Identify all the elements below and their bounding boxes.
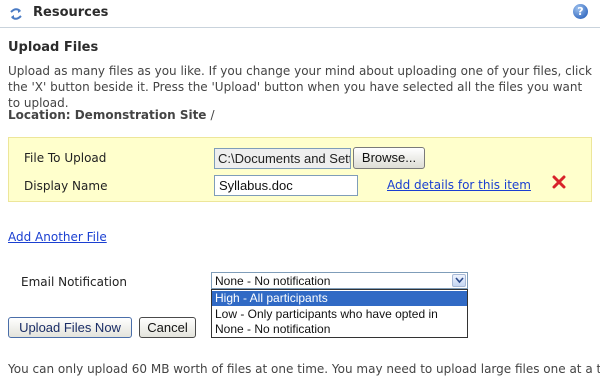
section-title: Upload Files: [8, 40, 99, 55]
email-notification-options: High - All participants Low - Only parti…: [211, 289, 468, 338]
upload-files-now-button[interactable]: Upload Files Now: [8, 317, 132, 338]
email-notification-label: Email Notification: [21, 275, 127, 289]
chevron-down-icon[interactable]: [452, 274, 466, 287]
email-notification-select[interactable]: None - No notification: [211, 272, 468, 289]
upload-instructions: Upload as many files as you like. If you…: [8, 64, 592, 110]
location-breadcrumb: Location: Demonstration Site /: [8, 108, 215, 122]
cancel-button[interactable]: Cancel: [139, 317, 196, 338]
upload-limit-note: You can only upload 60 MB worth of files…: [8, 362, 600, 376]
file-path-input[interactable]: C:\Documents and Setti: [214, 148, 351, 169]
add-another-file-link[interactable]: Add Another File: [8, 230, 107, 244]
select-value: None - No notification: [215, 274, 331, 288]
option-high[interactable]: High - All participants: [212, 291, 467, 306]
option-low[interactable]: Low - Only participants who have opted i…: [212, 307, 467, 322]
help-icon[interactable]: ?: [573, 4, 588, 19]
option-none[interactable]: None - No notification: [212, 322, 467, 337]
remove-file-icon[interactable]: [552, 175, 566, 189]
add-details-link[interactable]: Add details for this item: [387, 178, 531, 192]
page-title: Resources: [33, 5, 109, 20]
resources-tool-icon: [10, 8, 22, 20]
file-to-upload-label: File To Upload: [24, 151, 107, 165]
display-name-label: Display Name: [24, 179, 108, 193]
tool-titlebar: Resources ?: [0, 0, 600, 28]
browse-button[interactable]: Browse...: [353, 147, 425, 169]
location-separator: /: [210, 108, 215, 122]
display-name-input[interactable]: Syllabus.doc: [214, 175, 358, 196]
location-label: Location: Demonstration Site: [8, 108, 207, 122]
